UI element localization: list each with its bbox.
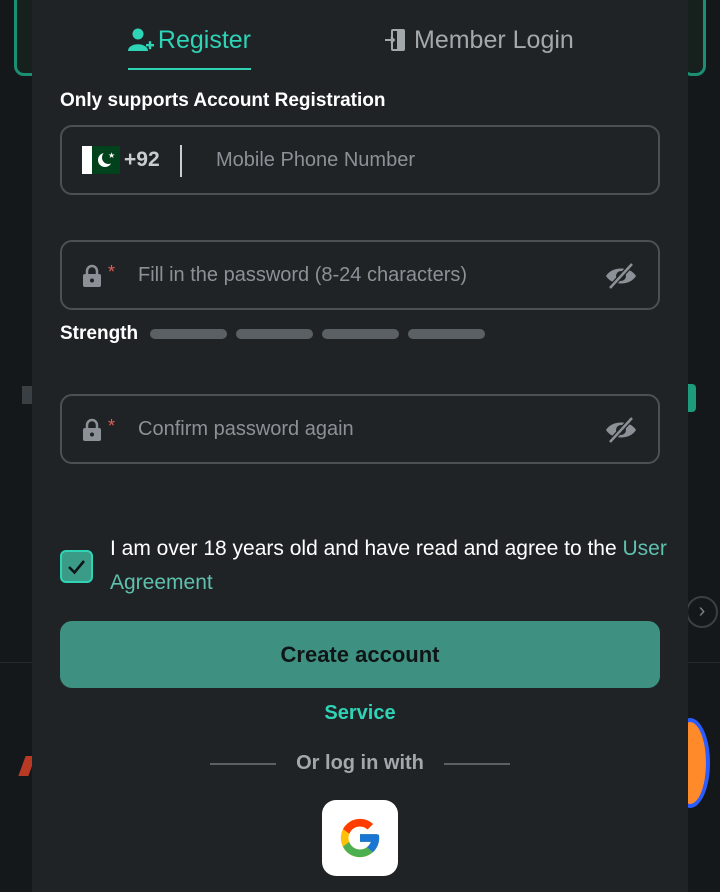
strength-bar — [236, 329, 314, 339]
eye-off-icon[interactable] — [604, 262, 638, 290]
password-input[interactable]: Fill in the password (8-24 characters) — [138, 264, 467, 287]
register-modal: Register Member Login Only supports Acco… — [32, 0, 688, 892]
google-icon — [340, 818, 380, 858]
service-link[interactable]: Service — [32, 702, 688, 725]
tab-member-login-label: Member Login — [414, 26, 574, 54]
tab-register[interactable]: Register — [128, 22, 251, 70]
agreement-statement: I am over 18 years old and have read and… — [110, 537, 623, 560]
or-login-divider: Or log in with — [32, 752, 688, 775]
required-mark: * — [108, 262, 116, 282]
tab-bar: Register Member Login — [32, 0, 688, 72]
required-mark: * — [108, 416, 116, 436]
phone-field: ★ +92 Mobile Phone Number — [60, 125, 660, 195]
google-login-button[interactable] — [322, 800, 398, 876]
registration-note: Only supports Account Registration — [60, 90, 386, 111]
eye-off-icon[interactable] — [604, 416, 638, 444]
checkmark-icon — [68, 560, 86, 575]
background-shape — [22, 386, 32, 404]
chevron-right-icon: › — [686, 596, 718, 628]
password-strength: Strength — [60, 323, 494, 345]
strength-label: Strength — [60, 323, 139, 344]
pakistan-flag-icon[interactable]: ★ — [82, 146, 120, 174]
lock-icon — [82, 418, 102, 442]
agreement-checkbox[interactable] — [60, 550, 93, 583]
create-account-button[interactable]: Create account — [60, 621, 660, 688]
tab-member-login[interactable]: Member Login — [384, 22, 584, 70]
tab-register-label: Register — [157, 26, 251, 54]
phone-number-input[interactable]: Mobile Phone Number — [216, 149, 415, 172]
confirm-password-field: * Confirm password again — [60, 394, 660, 464]
agreement-text: I am over 18 years old and have read and… — [110, 532, 680, 600]
country-code[interactable]: +92 — [124, 148, 160, 172]
or-login-label: Or log in with — [296, 752, 424, 774]
divider — [180, 145, 182, 177]
password-field: * Fill in the password (8-24 characters) — [60, 240, 660, 310]
divider-line — [210, 762, 277, 765]
create-account-label: Create account — [280, 641, 440, 667]
strength-bar — [408, 329, 486, 339]
confirm-password-input[interactable]: Confirm password again — [138, 418, 354, 441]
door-exit-icon — [384, 22, 414, 58]
add-user-icon — [128, 22, 158, 58]
strength-bar — [150, 329, 228, 339]
lock-icon — [82, 264, 102, 288]
strength-bar — [322, 329, 400, 339]
divider-line — [443, 762, 510, 765]
